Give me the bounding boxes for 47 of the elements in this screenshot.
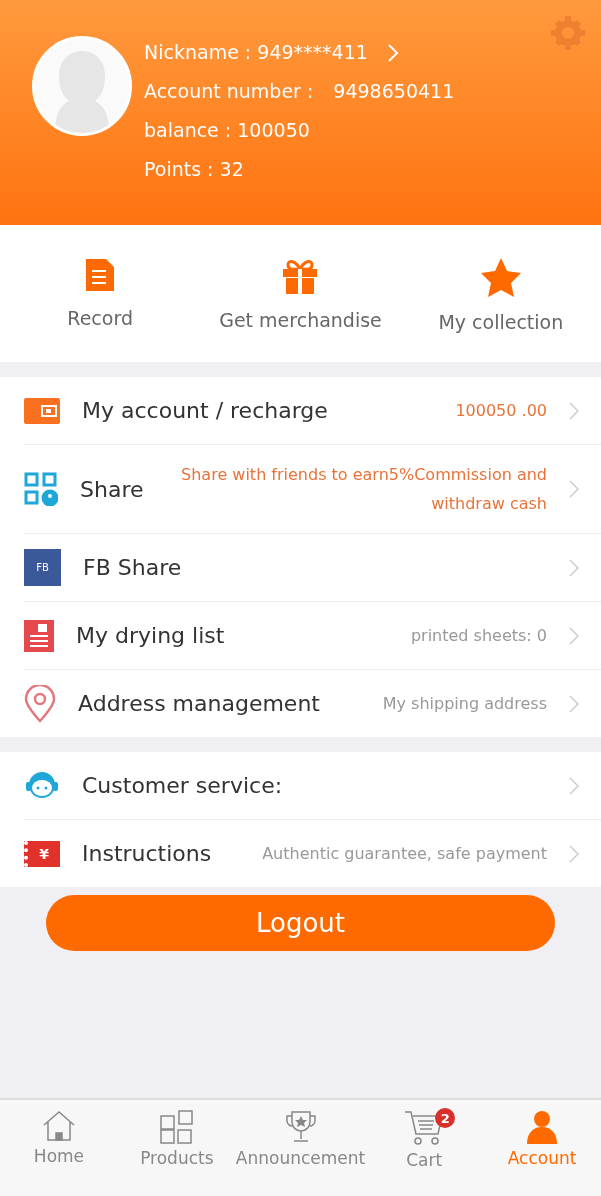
menu-item-title[interactable]: FB Share xyxy=(83,555,182,580)
menu-item-title[interactable]: Share xyxy=(80,476,144,502)
menu-item-title[interactable]: My drying list xyxy=(76,623,225,648)
receipt-icon xyxy=(24,619,54,652)
points: Points : 32 xyxy=(144,157,245,182)
menu-item-detail: Share with friends to earn5%Commission and withdraw cash xyxy=(180,464,547,515)
document-icon xyxy=(84,257,117,293)
menu-item-detail: 100050 .00 xyxy=(454,400,547,422)
settings-icon[interactable] xyxy=(551,16,585,50)
menu-item-detail: My shipping address xyxy=(381,693,547,715)
user-icon xyxy=(526,1110,559,1144)
star-icon xyxy=(479,257,522,297)
cart-count-badge: 2 xyxy=(435,1108,456,1128)
facebook-icon: FB xyxy=(24,549,61,586)
nickname: Nickname : 949****411 xyxy=(144,40,368,65)
account-label: Account number : xyxy=(144,79,314,104)
menu-item-title[interactable]: Address management xyxy=(78,691,320,716)
menu-item-detail: printed sheets: 0 xyxy=(409,625,547,647)
quick-action-label[interactable]: My collection xyxy=(438,311,564,333)
chevron-icon[interactable] xyxy=(387,43,399,62)
trophy-icon xyxy=(283,1110,318,1144)
balance: balance : 100050 xyxy=(144,118,311,143)
grid-icon xyxy=(159,1110,194,1144)
home-icon xyxy=(41,1110,76,1142)
wallet-icon xyxy=(24,397,60,424)
menu-item-detail: Authentic guarantee, safe payment xyxy=(261,843,547,865)
location-pin-icon xyxy=(24,684,56,723)
quick-action-label[interactable]: Get merchandise xyxy=(219,309,382,331)
tab-label[interactable]: Home xyxy=(33,1146,85,1166)
menu-item-title[interactable]: Instructions xyxy=(82,841,212,866)
quick-action-label[interactable]: Record xyxy=(67,307,133,329)
chevron-icon xyxy=(569,776,579,795)
tab-label[interactable]: Products xyxy=(140,1148,214,1168)
account-number: 9498650411 xyxy=(333,79,455,104)
chevron-icon xyxy=(569,401,579,420)
menu-item-title[interactable]: My account / recharge xyxy=(82,398,328,423)
ticket-icon: ¥ xyxy=(24,840,60,867)
chevron-icon xyxy=(569,480,579,498)
chevron-icon xyxy=(569,626,579,645)
menu-item-title[interactable]: Customer service: xyxy=(82,773,283,798)
tab-label[interactable]: Announcement xyxy=(235,1148,366,1168)
gift-icon xyxy=(281,257,320,295)
tab-label[interactable]: Cart xyxy=(406,1150,443,1170)
qr-code-icon xyxy=(24,472,58,506)
chevron-icon xyxy=(569,844,579,863)
chevron-icon xyxy=(569,694,579,713)
chevron-icon xyxy=(569,558,579,577)
